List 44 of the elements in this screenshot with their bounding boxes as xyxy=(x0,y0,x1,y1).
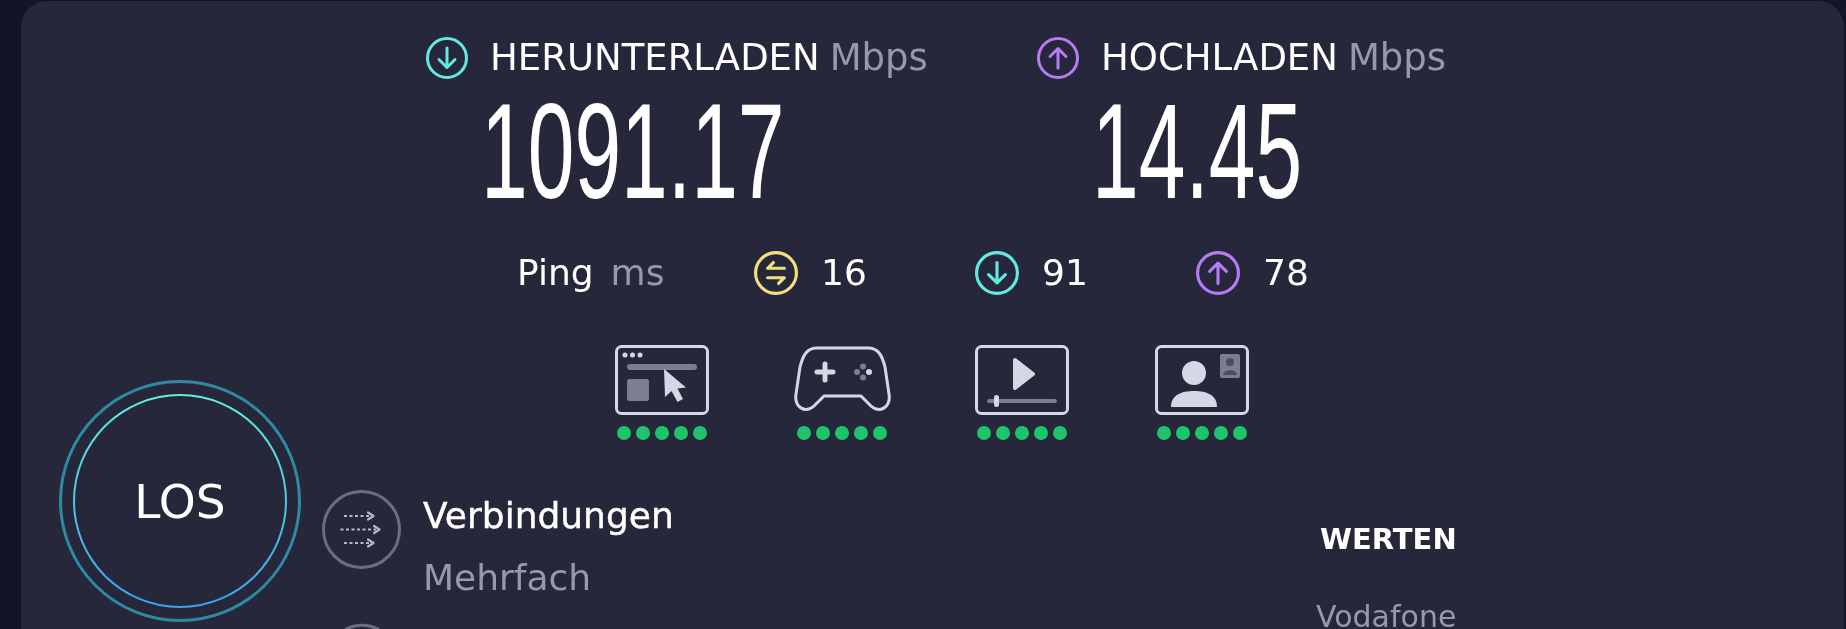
swap-arrows-icon xyxy=(754,251,798,295)
section-heading: WERTEN xyxy=(1320,522,1457,556)
connections-label: Verbindungen xyxy=(423,496,674,536)
rating-dot-icon xyxy=(1214,426,1228,440)
arrow-down-circle-icon xyxy=(975,251,1019,295)
speed-value: 1091.17 xyxy=(481,84,785,219)
rating-dot-icon xyxy=(1053,426,1067,440)
rating-dot-icon xyxy=(1176,426,1190,440)
rating-dot-icon xyxy=(977,426,991,440)
ping-label: Ping xyxy=(517,251,594,295)
rating-dot-icon xyxy=(1233,426,1247,440)
unit-label: ms xyxy=(610,251,665,295)
person-screen-icon xyxy=(1155,345,1249,415)
rating-dot-icon xyxy=(1015,426,1029,440)
rating-dot-icon xyxy=(1157,426,1171,440)
ping-value: 78 xyxy=(1263,251,1309,295)
connections-value: Mehrfach xyxy=(423,558,593,598)
rating-dot-icon xyxy=(617,426,631,440)
rating-dot-icon xyxy=(674,426,688,440)
arrow-up-circle-icon xyxy=(1037,37,1079,79)
ping-value: 16 xyxy=(821,251,867,295)
video-player-icon xyxy=(975,345,1069,415)
rating-dot-icon xyxy=(835,426,849,440)
start-button[interactable]: LOS xyxy=(59,380,301,622)
rating-dot-icon xyxy=(655,426,669,440)
provider-name: Vodafone xyxy=(1316,604,1457,629)
rating-dot-icon xyxy=(816,426,830,440)
dotted-arrows-icon xyxy=(322,490,401,569)
ring-icon xyxy=(343,623,380,629)
rating-dot-icon xyxy=(996,426,1010,440)
rating-dot-icon xyxy=(1195,426,1209,440)
rating-dot-icon xyxy=(636,426,650,440)
rating-dot-icon xyxy=(854,426,868,440)
rating-dot-icon xyxy=(693,426,707,440)
ping-value: 91 xyxy=(1042,251,1088,295)
speed-value: 14.45 xyxy=(1092,84,1303,219)
browser-window-icon xyxy=(615,345,709,415)
speed-label: HERUNTERLADEN xyxy=(490,41,820,75)
arrow-down-circle-icon xyxy=(426,37,468,79)
rating-dot-icon xyxy=(873,426,887,440)
rating-dot-icon xyxy=(797,426,811,440)
rating-dot-icon xyxy=(1034,426,1048,440)
speed-label: HOCHLADEN xyxy=(1101,41,1338,75)
arrow-up-circle-icon xyxy=(1196,251,1240,295)
